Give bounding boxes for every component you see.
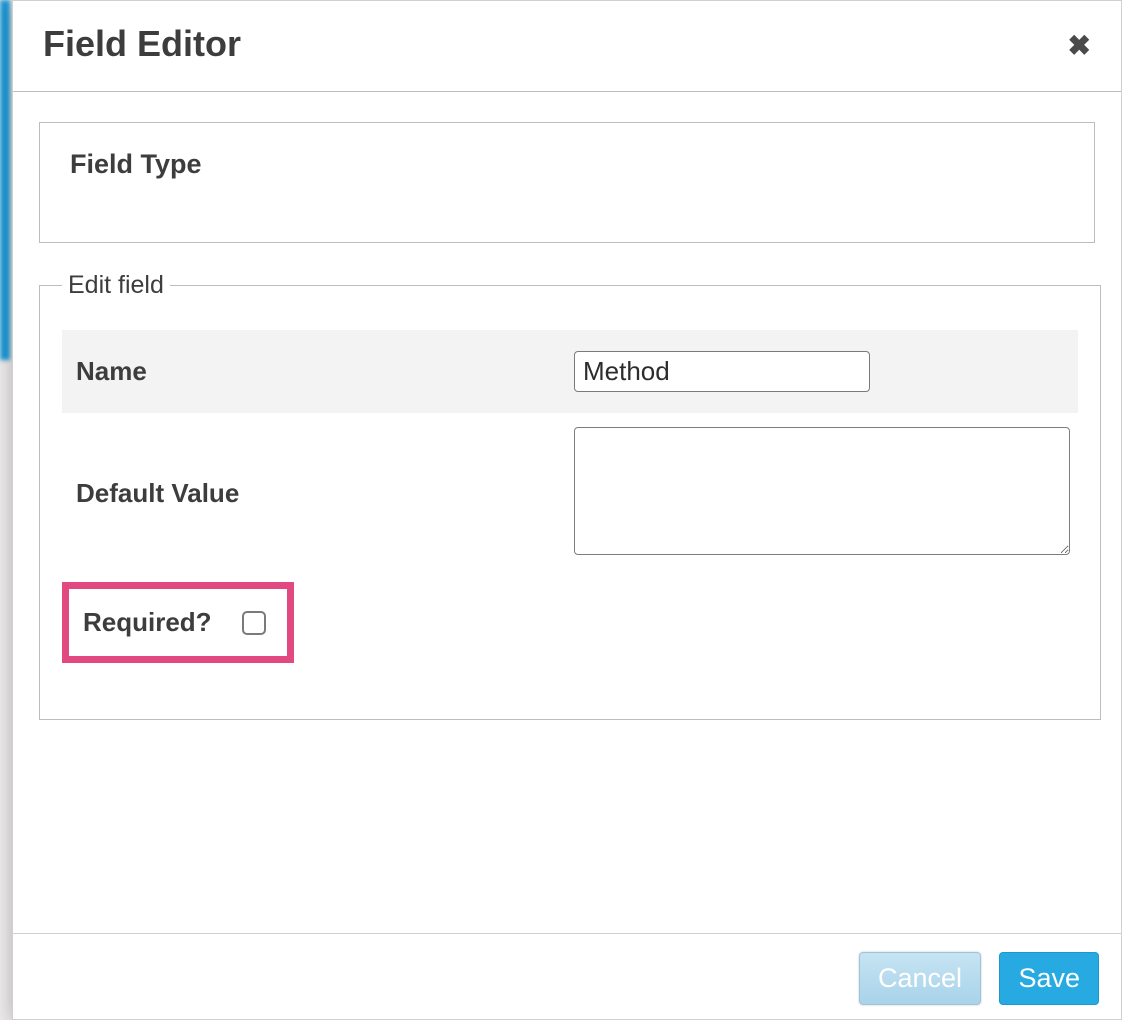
cancel-button[interactable]: Cancel [859, 952, 981, 1005]
row-name: Name [62, 330, 1078, 413]
close-icon[interactable]: ✖ [1068, 23, 1091, 62]
required-label: Required? [83, 607, 212, 638]
row-default-value: Default Value [62, 413, 1078, 570]
modal-footer: Cancel Save [13, 934, 1121, 1019]
name-label: Name [76, 356, 147, 386]
default-value-textarea[interactable] [574, 427, 1070, 555]
default-value-label: Default Value [76, 478, 239, 508]
required-checkbox[interactable] [242, 611, 266, 635]
modal-title: Field Editor [43, 23, 241, 65]
save-button[interactable]: Save [999, 952, 1099, 1005]
edit-fieldset: Edit field Name Default Value Required? [39, 271, 1101, 720]
edit-legend: Edit field [62, 271, 170, 300]
field-editor-modal: Field Editor ✖ Field Type Edit field Nam… [12, 0, 1122, 1020]
field-type-box: Field Type [39, 122, 1095, 243]
modal-body: Field Type Edit field Name Default Value [13, 92, 1121, 934]
required-highlight: Required? [62, 582, 294, 663]
field-type-label: Field Type [70, 149, 1064, 180]
modal-header: Field Editor ✖ [13, 1, 1121, 92]
name-input[interactable] [574, 351, 870, 392]
